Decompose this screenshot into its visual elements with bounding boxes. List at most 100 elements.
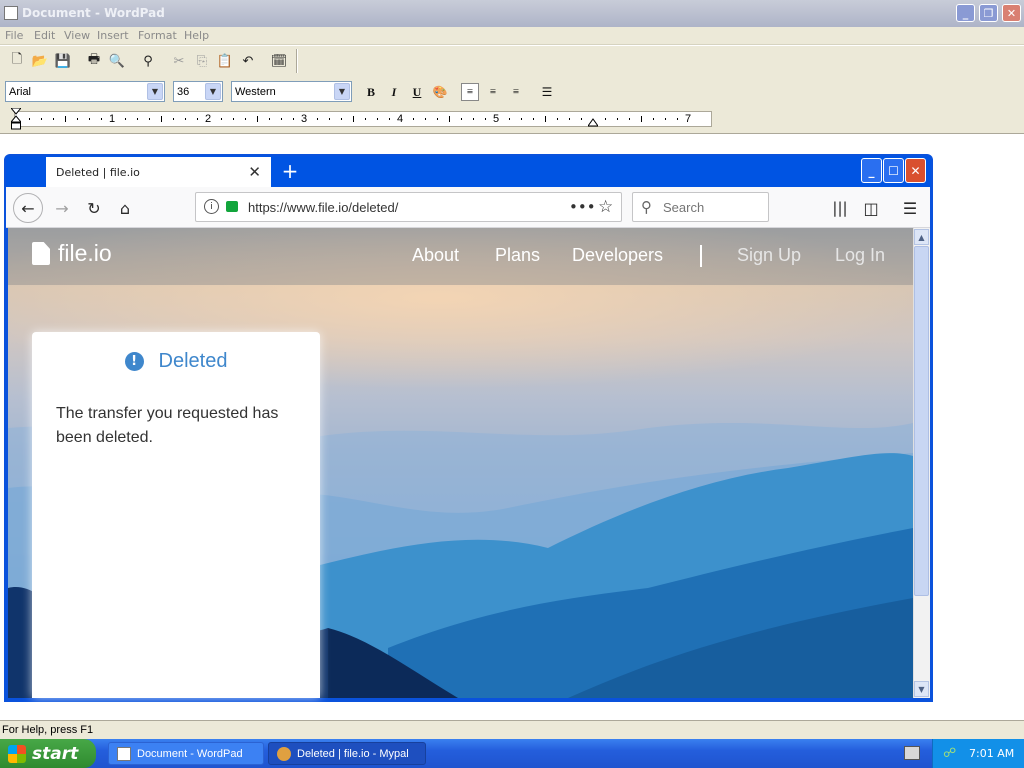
insert-datetime-icon[interactable]: 🗓 — [270, 52, 288, 70]
open-folder-icon[interactable]: 📂 — [31, 52, 49, 70]
bold-button[interactable]: B — [362, 83, 380, 101]
ruler-tick — [605, 118, 606, 120]
ruler-number: 5 — [493, 113, 500, 125]
ruler-tick — [317, 118, 318, 120]
wordpad-menu-bar: File Edit View Insert Format Help — [0, 27, 1024, 45]
browser-task-icon — [277, 746, 291, 761]
home-icon[interactable]: ⌂ — [111, 194, 139, 222]
menu-edit[interactable]: Edit — [34, 29, 55, 42]
ruler-tick — [437, 118, 438, 120]
browser-tab-active[interactable]: Deleted | file.io ✕ — [46, 157, 271, 187]
right-indent-marker[interactable] — [587, 117, 599, 127]
reload-icon[interactable]: ↻ — [80, 194, 108, 222]
menu-hamburger-icon[interactable]: ☰ — [896, 194, 924, 222]
close-button[interactable]: ✕ — [1002, 4, 1021, 22]
search-input[interactable] — [663, 198, 763, 216]
indent-marker[interactable] — [9, 107, 23, 130]
ruler-tick — [269, 118, 270, 120]
chevron-down-icon[interactable]: ▼ — [205, 83, 221, 100]
menu-insert[interactable]: Insert — [97, 29, 129, 42]
windows-logo-icon — [8, 744, 26, 763]
bullets-icon[interactable]: ☰ — [538, 83, 556, 101]
format-toolbar: Arial ▼ 36 ▼ Western ▼ B I U 🎨 ≡ ≡ ≡ ☰ — [0, 77, 1024, 106]
ruler-tick — [161, 116, 162, 122]
wordpad-app-icon — [4, 6, 18, 20]
nav-sign-up[interactable]: Sign Up — [737, 245, 801, 266]
start-button[interactable]: start — [0, 739, 96, 768]
cut-icon[interactable]: ✂ — [170, 52, 188, 70]
script-combo[interactable]: Western ▼ — [231, 81, 352, 102]
page-actions-icon[interactable]: ••• — [569, 198, 596, 216]
chevron-down-icon[interactable]: ▼ — [147, 83, 163, 100]
document-icon — [32, 242, 50, 265]
scrollbar-thumb[interactable] — [914, 246, 929, 596]
info-icon[interactable]: i — [204, 199, 219, 214]
browser-minimize-button[interactable]: _ — [861, 158, 882, 183]
menu-view[interactable]: View — [64, 29, 90, 42]
save-icon[interactable]: 💾 — [54, 52, 72, 70]
undo-icon[interactable]: ↶ — [239, 52, 257, 70]
align-center-icon[interactable]: ≡ — [484, 83, 502, 101]
ruler-tick — [485, 118, 486, 120]
bookmark-star-icon[interactable]: ☆ — [598, 197, 613, 217]
sidebar-icon[interactable]: ◫ — [857, 194, 885, 222]
ruler-tick — [473, 118, 474, 120]
copy-icon[interactable]: ⎘ — [193, 52, 211, 70]
ruler-tick — [197, 118, 198, 120]
font-name-value: Arial — [9, 86, 32, 98]
close-tab-icon[interactable]: ✕ — [248, 163, 261, 181]
italic-button[interactable]: I — [385, 83, 403, 101]
search-box[interactable]: ⚲ — [632, 192, 769, 222]
forward-arrow-icon[interactable]: → — [48, 194, 76, 222]
task-wordpad[interactable]: Document - WordPad — [108, 742, 264, 765]
browser-close-button[interactable]: ✕ — [905, 158, 926, 183]
underline-button[interactable]: U — [408, 83, 426, 101]
scroll-down-icon[interactable]: ▼ — [914, 681, 929, 697]
ruler-tick — [65, 116, 66, 122]
color-palette-icon[interactable]: 🎨 — [431, 83, 449, 101]
nav-log-in[interactable]: Log In — [835, 245, 885, 266]
nav-developers[interactable]: Developers — [572, 245, 663, 266]
font-size-combo[interactable]: 36 ▼ — [173, 81, 223, 102]
task-wordpad-label: Document - WordPad — [137, 747, 243, 760]
menu-format[interactable]: Format — [138, 29, 177, 42]
print-icon[interactable]: 🖶 — [85, 52, 103, 70]
align-right-icon[interactable]: ≡ — [507, 83, 525, 101]
chevron-down-icon[interactable]: ▼ — [334, 83, 350, 100]
font-name-combo[interactable]: Arial ▼ — [5, 81, 165, 102]
network-icon[interactable]: ☍ — [943, 746, 959, 761]
find-icon[interactable]: ⚲ — [139, 52, 157, 70]
browser-maximize-button[interactable]: ☐ — [883, 158, 904, 183]
deleted-card — [32, 332, 320, 698]
new-tab-icon[interactable]: + — [279, 157, 301, 185]
ruler-tick — [125, 118, 126, 120]
keyboard-icon[interactable] — [904, 746, 920, 760]
wordpad-title-bar[interactable]: Document - WordPad _ ❐ ✕ — [0, 0, 1024, 27]
nav-plans[interactable]: Plans — [495, 245, 540, 266]
task-browser[interactable]: Deleted | file.io - Mypal — [268, 742, 426, 765]
minimize-button[interactable]: _ — [956, 4, 975, 22]
url-bar[interactable]: i https://www.file.io/deleted/ ••• ☆ — [195, 192, 622, 222]
nav-about[interactable]: About — [412, 245, 459, 266]
new-document-icon[interactable]: 🗋 — [8, 52, 26, 70]
url-text: https://www.file.io/deleted/ — [248, 200, 399, 215]
back-arrow-icon[interactable]: ← — [13, 193, 43, 223]
ruler-tick — [533, 118, 534, 120]
menu-file[interactable]: File — [5, 29, 23, 42]
restore-button[interactable]: ❐ — [979, 4, 998, 22]
ruler-tick — [41, 118, 42, 120]
ruler-tick — [557, 118, 558, 120]
tab-title: Deleted | file.io — [56, 165, 140, 179]
paste-icon[interactable]: 📋 — [216, 52, 234, 70]
scroll-up-icon[interactable]: ▲ — [914, 229, 929, 245]
print-preview-icon[interactable]: 🔍 — [108, 52, 126, 70]
align-left-icon[interactable]: ≡ — [461, 83, 479, 101]
menu-help[interactable]: Help — [184, 29, 209, 42]
site-logo[interactable]: file.io — [32, 240, 112, 267]
ruler-number: 7 — [685, 113, 692, 125]
ruler-tick — [149, 118, 150, 120]
ruler[interactable]: 1 2 3 4 5 6 7 — [14, 111, 712, 127]
ruler-tick — [137, 118, 138, 120]
task-browser-label: Deleted | file.io - Mypal — [297, 747, 409, 760]
library-icon[interactable]: ||| — [826, 194, 854, 222]
